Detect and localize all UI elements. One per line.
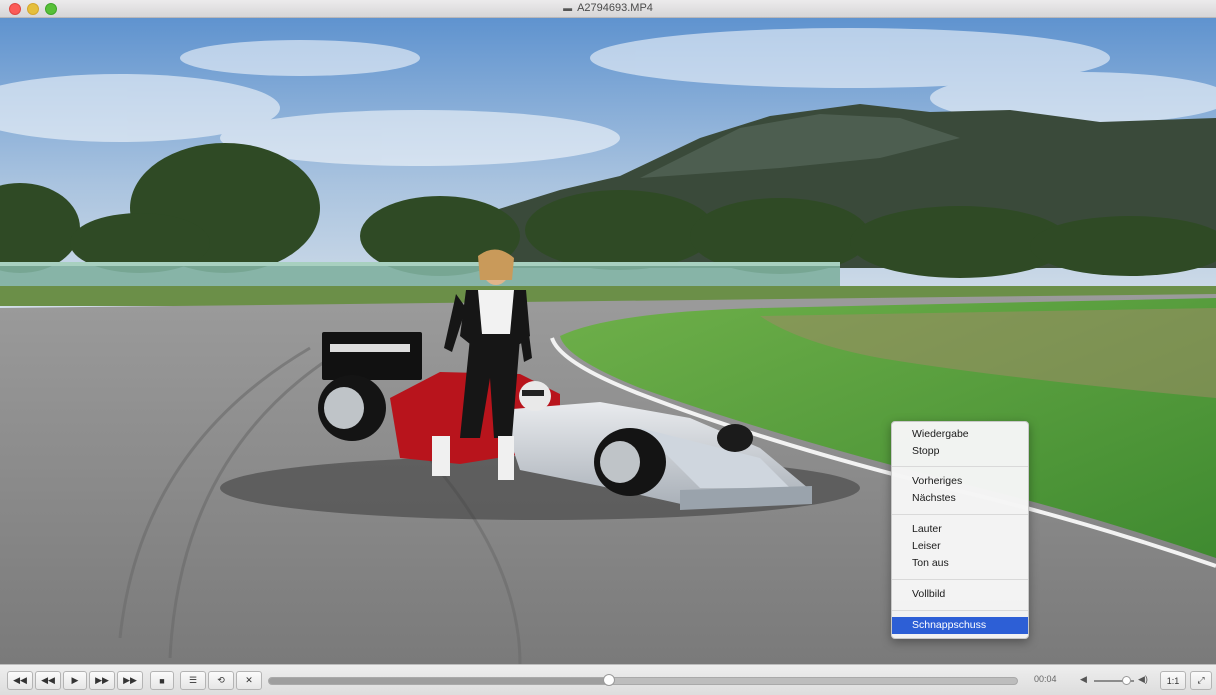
volume-high-icon: ◀) xyxy=(1138,674,1148,684)
volume-slider[interactable] xyxy=(1094,676,1134,685)
window-title-area: ▬ A2794693.MP4 xyxy=(0,2,1216,14)
menu-item-play[interactable]: Wiedergabe xyxy=(892,426,1028,443)
menu-item-next[interactable]: Nächstes xyxy=(892,490,1028,507)
video-context-menu: Wiedergabe Stopp Vorheriges Nächstes Lau… xyxy=(891,421,1029,639)
film-strip-icon: ▬ xyxy=(563,3,573,13)
menu-item-stop[interactable]: Stopp xyxy=(892,443,1028,460)
menu-separator xyxy=(892,579,1028,580)
video-frame[interactable] xyxy=(0,18,1216,664)
expand-icon: ⤢ xyxy=(1197,675,1205,685)
menu-separator xyxy=(892,514,1028,515)
playback-control-bar: ◀◀ ◀◀ ▶ ▶▶ ▶▶ ■ ☰ ⟲ ✕ 00:04 ◀ ◀) 1:1 ⤢ xyxy=(0,664,1216,695)
title-bar: ▬ A2794693.MP4 xyxy=(0,0,1216,18)
seek-bar-handle[interactable] xyxy=(603,674,616,686)
loop-button[interactable]: ⟲ xyxy=(208,671,234,690)
stop-button[interactable]: ■ xyxy=(150,671,174,690)
menu-item-fullscreen[interactable]: Vollbild xyxy=(892,586,1028,603)
menu-item-snapshot[interactable]: Schnappschuss xyxy=(892,617,1028,634)
menu-item-mute[interactable]: Ton aus xyxy=(892,555,1028,572)
stop-icon: ■ xyxy=(159,675,165,686)
window-title: A2794693.MP4 xyxy=(577,2,653,14)
seek-bar[interactable] xyxy=(268,674,1018,686)
fast-forward-button[interactable]: ▶▶ xyxy=(117,671,143,690)
menu-separator xyxy=(892,466,1028,467)
menu-separator xyxy=(892,610,1028,611)
step-forward-icon: ▶▶ xyxy=(95,675,109,685)
shuffle-button[interactable]: ✕ xyxy=(236,671,262,690)
play-button[interactable]: ▶ xyxy=(63,671,87,690)
play-icon: ▶ xyxy=(71,675,79,685)
shuffle-icon: ✕ xyxy=(245,675,253,685)
step-forward-button[interactable]: ▶▶ xyxy=(89,671,115,690)
menu-item-quieter[interactable]: Leiser xyxy=(892,538,1028,555)
step-back-button[interactable]: ◀◀ xyxy=(35,671,61,690)
aspect-ratio-button[interactable]: 1:1 xyxy=(1160,671,1186,690)
volume-low-icon: ◀ xyxy=(1080,674,1087,684)
loop-icon: ⟲ xyxy=(217,675,225,685)
playlist-icon: ☰ xyxy=(188,675,198,685)
rewind-button[interactable]: ◀◀ xyxy=(7,671,33,690)
seek-bar-progress xyxy=(269,678,610,684)
playlist-button[interactable]: ☰ xyxy=(180,671,206,690)
volume-slider-handle[interactable] xyxy=(1122,676,1131,685)
rewind-icon: ◀◀ xyxy=(13,675,27,685)
fullscreen-button[interactable]: ⤢ xyxy=(1190,671,1212,690)
step-back-icon: ◀◀ xyxy=(41,675,55,685)
video-scene xyxy=(0,18,1216,664)
fast-forward-icon: ▶▶ xyxy=(123,675,137,685)
time-display: 00:04 xyxy=(1034,674,1057,684)
menu-item-louder[interactable]: Lauter xyxy=(892,521,1028,538)
menu-item-previous[interactable]: Vorheriges xyxy=(892,473,1028,490)
aspect-ratio-label: 1:1 xyxy=(1166,675,1180,686)
